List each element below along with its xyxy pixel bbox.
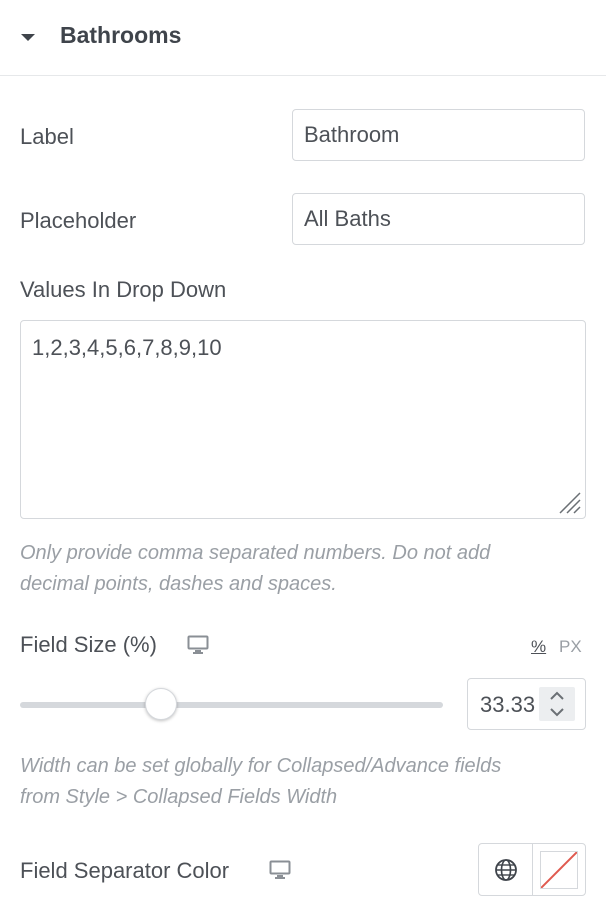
field-size-number-input[interactable]: 33.33	[467, 678, 586, 730]
values-dropdown-label: Values In Drop Down	[20, 277, 227, 302]
values-dropdown-textarea[interactable]: 1,2,3,4,5,6,7,8,9,10	[20, 320, 586, 519]
monitor-icon[interactable]	[187, 635, 209, 655]
field-size-slider-handle[interactable]	[144, 688, 177, 720]
no-color-swatch-icon	[540, 851, 578, 889]
globe-icon[interactable]	[494, 858, 518, 882]
values-help-text: Only provide comma separated numbers. Do…	[20, 538, 580, 600]
separator-color-label: Field Separator Color	[20, 858, 230, 883]
number-spinner[interactable]	[539, 687, 575, 721]
monitor-icon[interactable]	[269, 860, 291, 880]
field-size-slider-track[interactable]	[20, 702, 443, 708]
field-size-help-text: Width can be set globally for Collapsed/…	[20, 751, 580, 813]
unit-percent-toggle[interactable]: %	[531, 637, 546, 657]
color-control-divider	[532, 844, 533, 895]
label-field-label: Label	[20, 124, 74, 149]
caret-down-icon[interactable]	[21, 34, 35, 41]
section-header-bathrooms[interactable]: Bathrooms	[0, 0, 606, 76]
separator-color-picker[interactable]	[478, 843, 586, 896]
values-help-line-2: decimal points, dashes and spaces.	[20, 573, 337, 595]
resize-handle-icon[interactable]	[556, 489, 582, 515]
field-size-help-line-2: from Style > Collapsed Fields Width	[20, 786, 338, 808]
field-size-label: Field Size (%)	[20, 632, 157, 657]
field-size-value: 33.33	[480, 692, 536, 717]
placeholder-input[interactable]	[292, 193, 585, 245]
values-help-line-1: Only provide comma separated numbers. Do…	[20, 542, 491, 564]
label-input[interactable]	[292, 109, 585, 161]
placeholder-field-label: Placeholder	[20, 208, 137, 233]
spinner-chevrons-icon[interactable]	[539, 687, 575, 721]
color-swatch[interactable]	[540, 851, 578, 889]
section-title: Bathrooms	[60, 22, 182, 48]
field-size-help-line-1: Width can be set globally for Collapsed/…	[20, 755, 502, 777]
unit-px-toggle[interactable]: PX	[559, 637, 582, 657]
